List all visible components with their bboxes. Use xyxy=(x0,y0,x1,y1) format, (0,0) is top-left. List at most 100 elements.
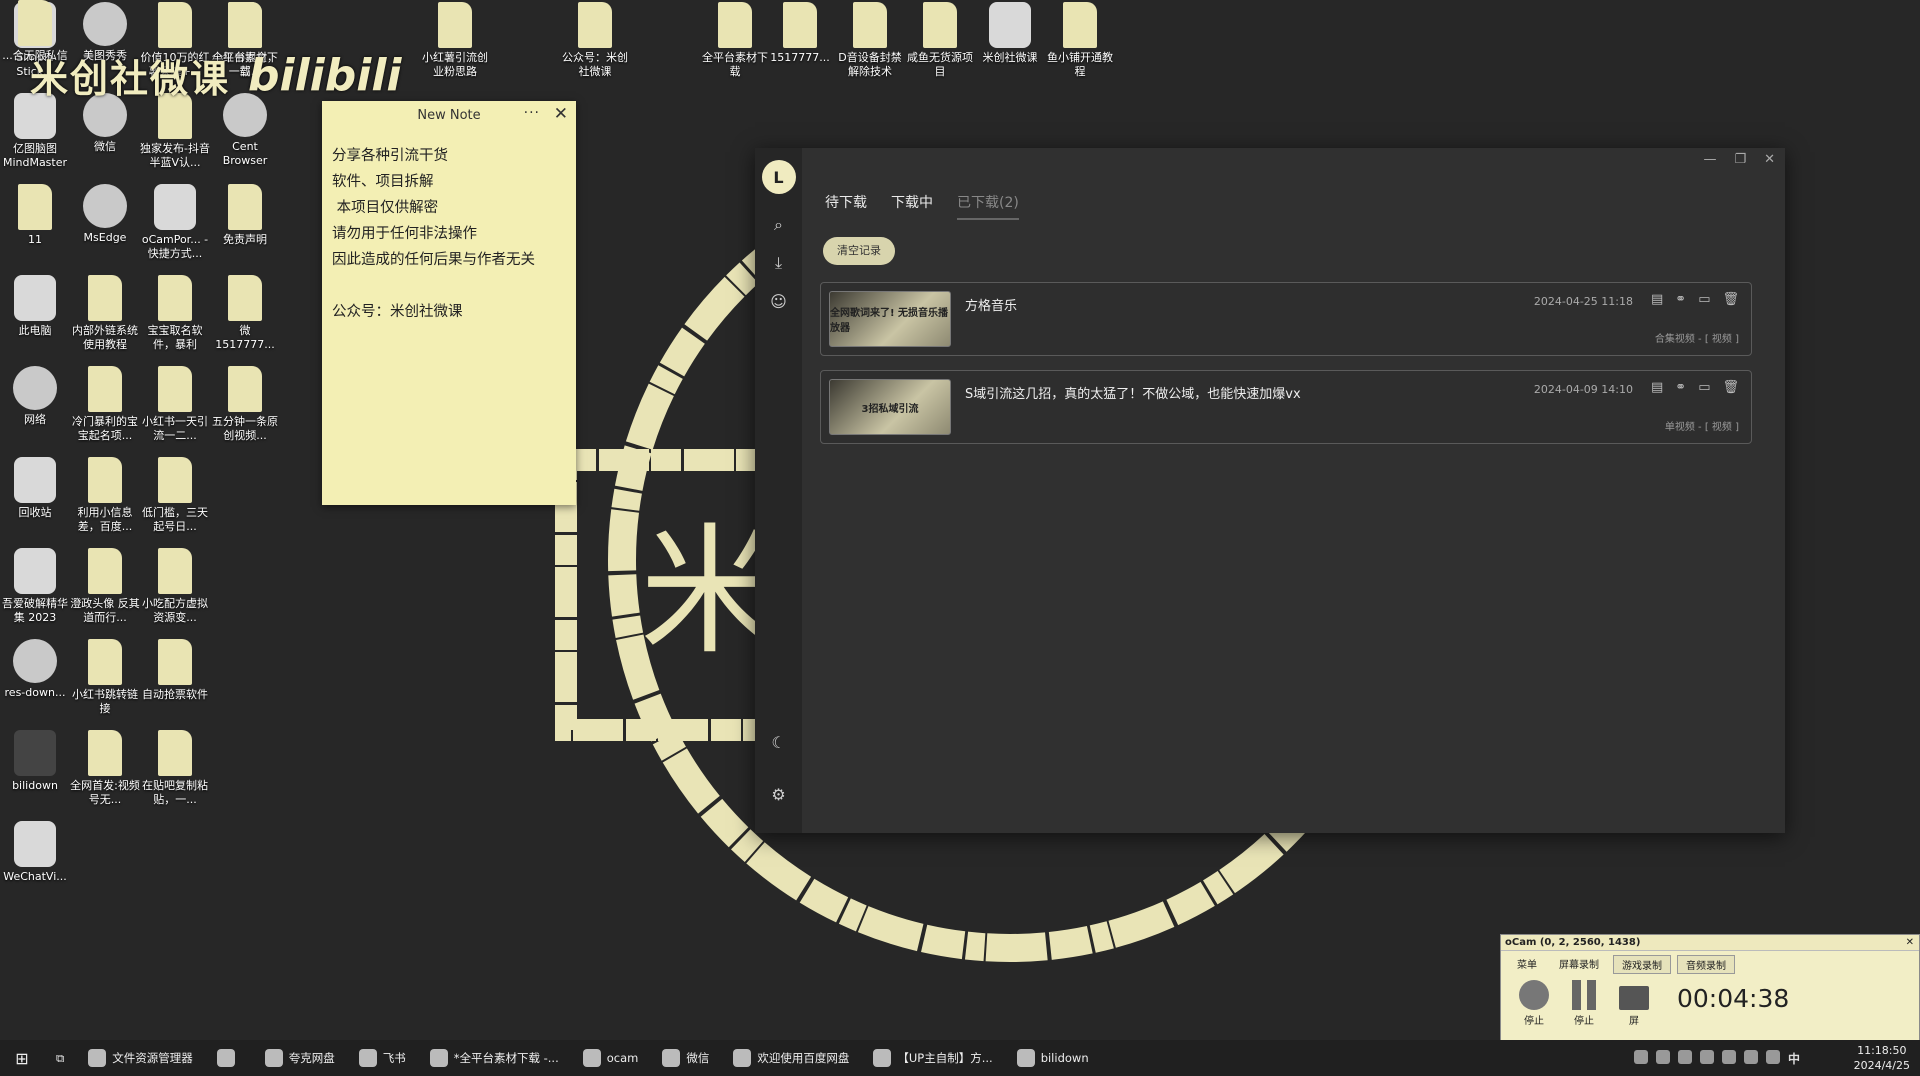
ocam-titlebar[interactable]: oCam (0, 2, 2560, 1438) ✕ xyxy=(1501,935,1919,951)
close-icon[interactable]: ✕ xyxy=(1764,152,1775,167)
desktop-icon[interactable]: 11 xyxy=(0,184,70,247)
folder-icon[interactable]: ▭ xyxy=(1698,292,1710,307)
menu-item-menu[interactable]: 菜单 xyxy=(1509,955,1545,974)
clock[interactable]: 11:18:50 2024/4/25 xyxy=(1854,1043,1910,1073)
desktop-icon[interactable]: 小红书一天引流一二... xyxy=(140,366,210,443)
task-view-icon[interactable]: ⧉ xyxy=(44,1040,76,1076)
minimize-icon[interactable]: — xyxy=(1703,152,1716,167)
taskbar-item[interactable]: ocam xyxy=(571,1040,651,1076)
desktop-icon[interactable]: 咸鱼无货源项目 xyxy=(905,2,975,79)
desktop-icon[interactable]: 利用小信息差，百度... xyxy=(70,457,140,534)
folder-icon[interactable]: ▭ xyxy=(1698,380,1710,395)
tab-downloading[interactable]: 下载中 xyxy=(891,192,933,220)
taskbar-item[interactable]: 微信 xyxy=(650,1040,721,1076)
desktop-icon[interactable]: 回收站 xyxy=(0,457,70,520)
link-icon[interactable]: ⚭ xyxy=(1675,292,1686,307)
desktop-icon[interactable]: 微 1517777... xyxy=(210,275,280,352)
desktop-icon[interactable]: MsEdge xyxy=(70,184,140,245)
taskbar-item[interactable]: *全平台素材下载 -... xyxy=(418,1040,571,1076)
search-icon[interactable]: ⌕ xyxy=(764,210,794,240)
desktop-icon[interactable]: 此电脑 xyxy=(0,275,70,338)
pause-button[interactable]: 停止 xyxy=(1569,980,1599,1027)
desktop-icon[interactable]: 1517777... xyxy=(765,2,835,65)
tab-downloaded[interactable]: 已下载(2) xyxy=(957,192,1019,220)
desktop-icon[interactable]: 米创社微课 xyxy=(975,2,1045,65)
download-item[interactable]: 全网歌词来了! 无损音乐播放器 方格音乐 2024-04-25 11:18 ▤ … xyxy=(820,282,1752,356)
desktop-icon[interactable]: 小红薯引流创业粉思路 xyxy=(420,2,490,79)
link-icon[interactable]: ⚭ xyxy=(1675,380,1686,395)
desktop-icon[interactable]: WeChatVi... xyxy=(0,821,70,884)
taskbar-item[interactable]: 欢迎使用百度网盘 xyxy=(721,1040,861,1076)
clear-records-button[interactable]: 清空记录 xyxy=(823,237,895,265)
desktop-icon[interactable]: 鱼小铺开通教程 xyxy=(1045,2,1115,79)
gear-icon[interactable]: ⚙ xyxy=(764,779,794,809)
desktop-icon[interactable]: 宝宝取名软件，暴利 xyxy=(140,275,210,352)
desktop-icon[interactable]: 吾爱破解精华集 2023 xyxy=(0,548,70,625)
desktop-icon[interactable]: 在贴吧复制粘贴，一... xyxy=(140,730,210,807)
desktop-icon[interactable]: 网络 xyxy=(0,366,70,427)
desktop-icon[interactable]: 澄政头像 反其道而行... xyxy=(70,548,140,625)
ime-indicator[interactable]: 中 xyxy=(1788,1050,1800,1067)
trash-icon[interactable]: 🗑 xyxy=(1722,380,1739,395)
desktop-icon[interactable]: 五分钟一条原创视频... xyxy=(210,366,280,443)
desktop-icon-label: 全平台素材下载 xyxy=(702,51,768,78)
taskbar-item[interactable]: 夸克网盘 xyxy=(253,1040,347,1076)
desktop-icon[interactable]: 小红书跳转链接 xyxy=(70,639,140,716)
tab-pending[interactable]: 待下载 xyxy=(825,192,867,220)
menu-item-audio-record[interactable]: 音频录制 xyxy=(1677,955,1735,974)
stop-button[interactable]: 停止 xyxy=(1519,980,1549,1027)
close-icon[interactable]: ✕ xyxy=(554,104,568,124)
desktop-icon[interactable]: 全网首发:视频号无... xyxy=(70,730,140,807)
tray-icon[interactable] xyxy=(1721,1050,1736,1064)
taskbar-item[interactable]: 【UP主自制】方... xyxy=(861,1040,1004,1076)
video-thumbnail[interactable]: 全网歌词来了! 无损音乐播放器 xyxy=(829,291,951,347)
desktop-icon[interactable]: 自动抢票软件 xyxy=(140,639,210,702)
desktop-icon[interactable]: 内部外链系统使用教程 xyxy=(70,275,140,352)
desktop-icon[interactable]: 亿图脑图 MindMaster xyxy=(0,93,70,170)
desktop-icon[interactable]: 独家发布-抖音半蓝V认... xyxy=(140,93,210,170)
more-icon[interactable]: ··· xyxy=(524,105,540,121)
screen-button[interactable]: 屏 xyxy=(1619,986,1649,1027)
user-icon[interactable]: ☺ xyxy=(764,286,794,316)
note-header[interactable]: New Note ··· ✕ xyxy=(322,101,576,129)
recording-timer: 00:04:38 xyxy=(1677,984,1790,1013)
desktop-icon[interactable]: 低门槛，三天起号日... xyxy=(140,457,210,534)
desktop-icon[interactable]: 免责声明 xyxy=(210,184,280,247)
desktop-icon[interactable]: 冷门暴利的宝宝起名项... xyxy=(70,366,140,443)
windows-start-icon[interactable]: ⊞ xyxy=(0,1049,44,1068)
trash-icon[interactable]: 🗑 xyxy=(1722,292,1739,307)
desktop-icon[interactable]: bilidown xyxy=(0,730,70,793)
taskbar-item[interactable]: 文件资源管理器 xyxy=(76,1040,205,1076)
note-body[interactable]: 分享各种引流干货 软件、项目拆解 本项目仅供解密 请勿用于任何非法操作 因此造成的任何… xyxy=(322,129,576,339)
tray-icon[interactable] xyxy=(1633,1050,1648,1064)
download-icon[interactable]: ⤓ xyxy=(764,248,794,278)
moon-icon[interactable]: ☾ xyxy=(764,727,794,757)
desktop-icon[interactable]: 小吃配方虚拟资源变... xyxy=(140,548,210,625)
note-line: 公众号：米创社微课 xyxy=(332,304,463,320)
desktop-icon[interactable]: D音设备封禁解除技术 xyxy=(835,2,905,79)
copy-icon[interactable]: ▤ xyxy=(1651,292,1663,307)
sticky-note[interactable]: New Note ··· ✕ 分享各种引流干货 软件、项目拆解 本项目仅供解密 请勿… xyxy=(322,101,576,505)
tray-icon[interactable] xyxy=(1677,1050,1692,1064)
taskbar-item[interactable] xyxy=(205,1040,253,1076)
tray-icon[interactable] xyxy=(1655,1050,1670,1064)
desktop-icon[interactable]: res-down... xyxy=(0,639,70,700)
app-logo[interactable]: L xyxy=(761,160,796,194)
maximize-icon[interactable]: ❐ xyxy=(1734,152,1746,167)
desktop-icon[interactable]: oCamPor... - 快捷方式... xyxy=(140,184,210,261)
tray-icon[interactable] xyxy=(1765,1050,1780,1064)
file-icon xyxy=(228,275,262,321)
menu-item-game-record[interactable]: 游戏录制 xyxy=(1613,955,1671,974)
tray-icon[interactable] xyxy=(1699,1050,1714,1064)
menu-item-screen-record[interactable]: 屏幕录制 xyxy=(1551,955,1607,974)
video-thumbnail[interactable]: 3招私域引流 xyxy=(829,379,951,435)
taskbar-item[interactable]: bilidown xyxy=(1005,1040,1101,1076)
desktop-icon[interactable]: 公众号：米创社微课 xyxy=(560,2,630,79)
copy-icon[interactable]: ▤ xyxy=(1651,380,1663,395)
close-icon[interactable]: ✕ xyxy=(1906,935,1914,951)
desktop-icon[interactable]: Cent Browser xyxy=(210,93,280,168)
tray-icon[interactable] xyxy=(1743,1050,1758,1064)
taskbar-item[interactable]: 飞书 xyxy=(347,1040,418,1076)
download-item[interactable]: 3招私域引流 S域引流这几招，真的太猛了！不做公域，也能快速加爆vx 2024-… xyxy=(820,370,1752,444)
desktop-icon[interactable]: 全平台素材下载 xyxy=(700,2,770,79)
